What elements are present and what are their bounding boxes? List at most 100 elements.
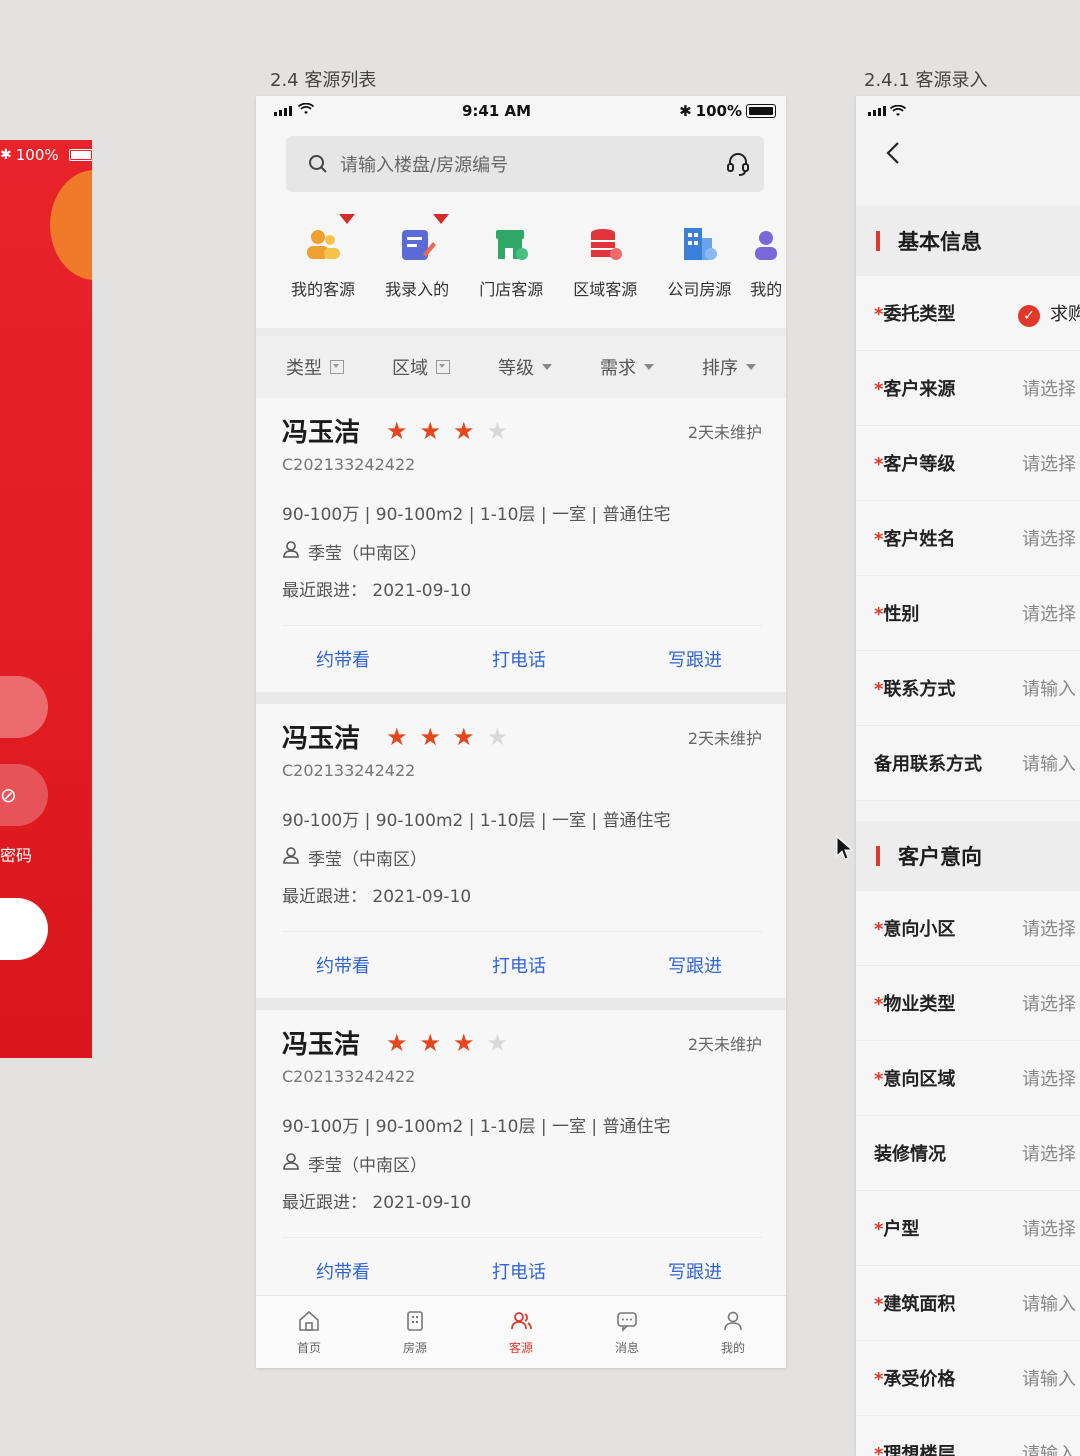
form-value-text: 请选择 xyxy=(1022,994,1076,1015)
form-value[interactable]: 请输入 xyxy=(1022,1365,1076,1391)
form-row[interactable]: *理想楼层 请输入 xyxy=(856,1416,1080,1456)
form-row[interactable]: *委托类型 ✓ 求购 xyxy=(856,276,1080,351)
person-icon xyxy=(282,846,300,869)
schedule-viewing-button[interactable]: 约带看 xyxy=(316,1258,370,1284)
form-row[interactable]: *承受价格 请输入 xyxy=(856,1341,1080,1416)
write-follow-up-button[interactable]: 写跟进 xyxy=(668,646,722,672)
required-mark: * xyxy=(874,304,884,325)
required-mark: * xyxy=(874,1219,884,1240)
filter-1[interactable]: 区域 xyxy=(392,354,450,380)
form-row[interactable]: *客户姓名 请选择 xyxy=(856,501,1080,576)
form-value[interactable]: 请输入 xyxy=(1022,1290,1076,1316)
wifi-icon xyxy=(889,102,907,121)
card-header: 冯玉洁 ★ ★ ★ ★ 2天未维护 xyxy=(282,1024,762,1061)
form-value[interactable]: 请选择 xyxy=(1022,990,1076,1016)
filter-4[interactable]: 排序 xyxy=(702,354,756,380)
form-value[interactable]: 请选择 xyxy=(1022,375,1076,401)
tab-message[interactable]: 消息 xyxy=(615,1309,639,1356)
rating-stars: ★ ★ ★ ★ xyxy=(386,725,508,749)
star-icon: ★ xyxy=(453,416,475,445)
form-row[interactable]: *联系方式 请输入 xyxy=(856,651,1080,726)
write-follow-up-button[interactable]: 写跟进 xyxy=(668,1258,722,1284)
login-button[interactable] xyxy=(0,898,48,960)
form-value[interactable]: 请输入 xyxy=(1022,1440,1076,1456)
quick-entry-my-entries[interactable]: 我录入的 xyxy=(370,214,464,300)
filter-label: 等级 xyxy=(498,358,534,379)
client-requirements: 90-100万 | 90-100m2 | 1-10层 | 一室 | 普通住宅 xyxy=(282,1117,671,1137)
agent-row: 季莹（中南区） xyxy=(282,845,762,870)
form-row[interactable]: *客户来源 请选择 xyxy=(856,351,1080,426)
form-value[interactable]: 请选择 xyxy=(1022,1065,1076,1091)
form-row[interactable]: *客户等级 请选择 xyxy=(856,426,1080,501)
filter-0[interactable]: 类型 xyxy=(286,354,344,380)
form-value[interactable]: 请选择 xyxy=(1022,450,1076,476)
form-row[interactable]: *建筑面积 请输入 xyxy=(856,1266,1080,1341)
form-row[interactable]: 装修情况 请选择 xyxy=(856,1116,1080,1191)
client-requirements: 90-100万 | 90-100m2 | 1-10层 | 一室 | 普通住宅 xyxy=(282,811,671,831)
checkmark-icon[interactable]: ✓ xyxy=(1018,304,1040,327)
tab-profile[interactable]: 我的 xyxy=(721,1309,745,1356)
form-label-text: 客户等级 xyxy=(883,454,956,475)
headset-icon[interactable] xyxy=(726,151,750,177)
form-value[interactable]: ✓ 求购 xyxy=(1018,300,1080,327)
eye-slash-icon[interactable]: ⊘ xyxy=(0,783,17,807)
form-value-text: 请输入 xyxy=(1022,679,1076,700)
form-row[interactable]: 备用联系方式 请输入 xyxy=(856,726,1080,801)
search-bar[interactable]: 请输入楼盘/房源编号 xyxy=(286,136,764,192)
tab-label: 消息 xyxy=(614,1340,639,1355)
schedule-viewing-button[interactable]: 约带看 xyxy=(316,646,370,672)
decorative-circle xyxy=(50,170,92,280)
form-value[interactable]: 请输入 xyxy=(1022,750,1076,776)
last-follow-up: 最近跟进： 2021-09-10 xyxy=(282,581,472,601)
form-value[interactable]: 请选择 xyxy=(1022,525,1076,551)
login-artboard: ✱ 100% ⊘ 密码 xyxy=(0,140,92,1058)
tab-home[interactable]: 首页 xyxy=(297,1309,321,1356)
form-row[interactable]: *意向小区 请选择 xyxy=(856,891,1080,966)
client-requirements: 90-100万 | 90-100m2 | 1-10层 | 一室 | 普通住宅 xyxy=(282,505,671,525)
form-label-text: 委托类型 xyxy=(883,304,956,325)
form-value[interactable]: 请选择 xyxy=(1022,600,1076,626)
tab-clients[interactable]: 客源 xyxy=(509,1309,533,1356)
form-label-text: 装修情况 xyxy=(874,1144,946,1165)
form-label: *物业类型 xyxy=(874,990,1022,1016)
quick-entry-more[interactable]: 我的 xyxy=(746,224,786,300)
form-value[interactable]: 请选择 xyxy=(1022,915,1076,941)
filter-3[interactable]: 需求 xyxy=(600,354,654,380)
quick-entry-company-listings[interactable]: 公司房源 xyxy=(652,224,746,300)
login-input-field[interactable] xyxy=(0,676,48,738)
filter-2[interactable]: 等级 xyxy=(498,354,552,380)
quick-entry-label: 门店客源 xyxy=(479,280,544,299)
client-card[interactable]: 冯玉洁 ★ ★ ★ ★ 2天未维护 C202133242422 90-100万 | 90-10… xyxy=(256,398,786,704)
quick-entry-region-clients[interactable]: 区域客源 xyxy=(558,224,652,300)
form-value[interactable]: 请选择 xyxy=(1022,1140,1076,1166)
schedule-viewing-button[interactable]: 约带看 xyxy=(316,952,370,978)
caret-down-icon xyxy=(542,364,552,370)
search-placeholder[interactable]: 请输入楼盘/房源编号 xyxy=(340,151,726,177)
my-clients-icon xyxy=(303,214,356,264)
form-row[interactable]: *意向区域 请选择 xyxy=(856,1041,1080,1116)
more-icon xyxy=(746,224,786,264)
caret-down-icon xyxy=(644,364,654,370)
form-row[interactable]: *性别 请选择 xyxy=(856,576,1080,651)
call-button[interactable]: 打电话 xyxy=(492,1258,546,1284)
star-icon: ★ xyxy=(419,722,442,751)
back-button[interactable] xyxy=(856,126,1080,186)
form-label: *理想楼层 xyxy=(874,1440,1022,1456)
form-label: *建筑面积 xyxy=(874,1290,1022,1316)
form-value[interactable]: 请选择 xyxy=(1022,1215,1076,1241)
call-button[interactable]: 打电话 xyxy=(492,646,546,672)
client-card[interactable]: 冯玉洁 ★ ★ ★ ★ 2天未维护 C202133242422 90-100万 | 90-10… xyxy=(256,704,786,1010)
client-card[interactable]: 冯玉洁 ★ ★ ★ ★ 2天未维护 C202133242422 90-100万 | 90-10… xyxy=(256,1010,786,1316)
quick-entry-store-clients[interactable]: 门店客源 xyxy=(464,224,558,300)
write-follow-up-button[interactable]: 写跟进 xyxy=(668,952,722,978)
form-value-text: 请选择 xyxy=(1022,919,1076,940)
form-row[interactable]: *物业类型 请选择 xyxy=(856,966,1080,1041)
form-value[interactable]: 请输入 xyxy=(1022,675,1076,701)
form-value-text: 请输入 xyxy=(1022,1294,1076,1315)
call-button[interactable]: 打电话 xyxy=(492,952,546,978)
required-mark: * xyxy=(874,379,884,400)
form-label: *意向小区 xyxy=(874,915,1022,941)
form-row[interactable]: *户型 请选择 xyxy=(856,1191,1080,1266)
quick-entry-my-clients[interactable]: 我的客源 xyxy=(276,214,370,300)
tab-building[interactable]: 房源 xyxy=(403,1309,427,1356)
